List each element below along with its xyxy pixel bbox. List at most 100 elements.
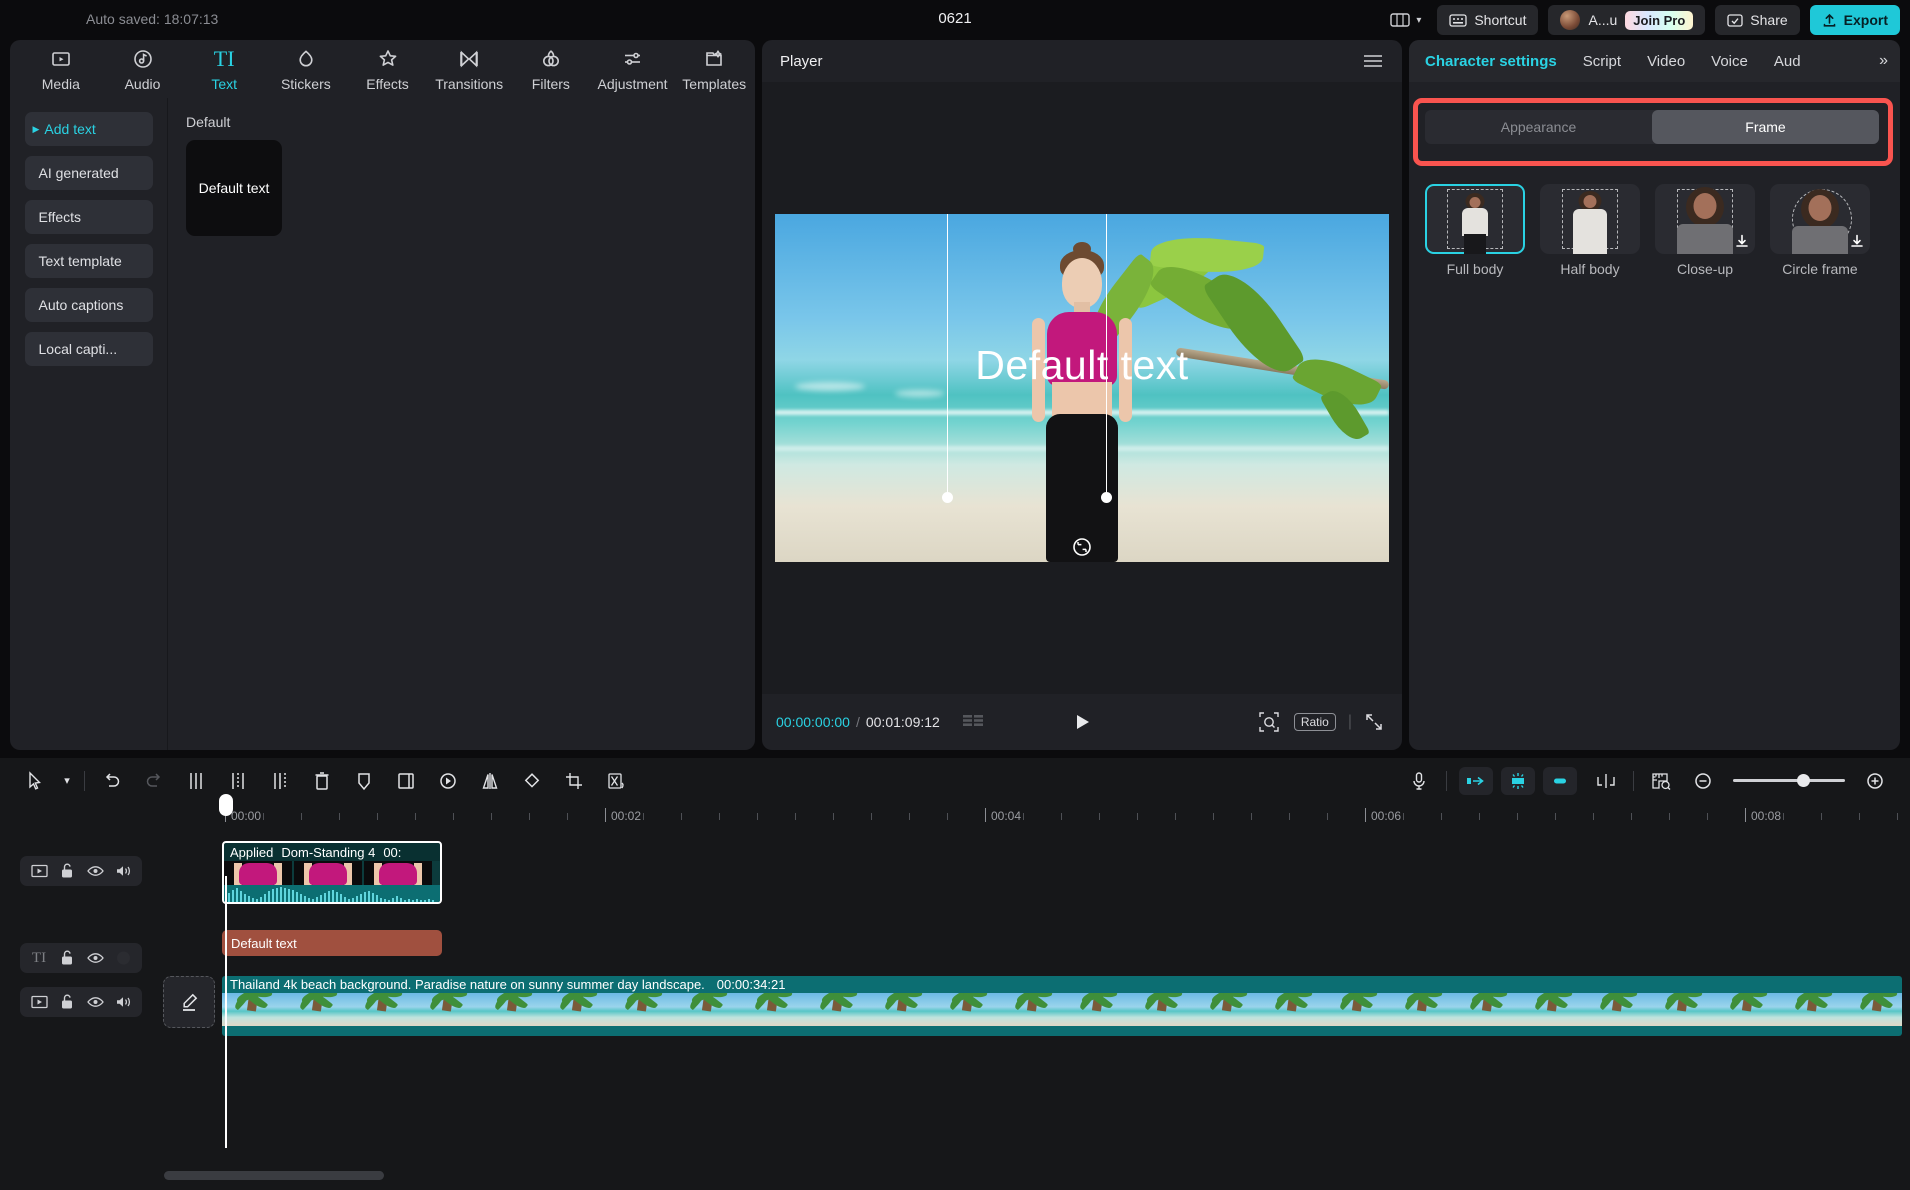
timeline-clip-video[interactable]: Applied Dom-Standing 4 00: [222,841,442,904]
volume-icon[interactable] [114,862,132,880]
chevrons-right-icon[interactable]: » [1879,52,1888,70]
eye-icon[interactable] [86,993,104,1011]
mirror-icon[interactable] [469,764,511,798]
hamburger-icon[interactable] [1362,53,1384,69]
frame-option-half-body[interactable]: Half body [1540,184,1640,277]
frame-icon[interactable] [385,764,427,798]
fit-center-icon[interactable] [1501,767,1535,795]
clip-badge-name: Dom-Standing 4 [281,845,375,860]
asset-group-label: Default [186,114,737,130]
split-icon[interactable] [175,764,217,798]
play-icon[interactable] [1072,712,1092,732]
nav-tab-effects[interactable]: Effects [347,47,429,92]
lock-icon[interactable] [58,862,76,880]
ratio-button[interactable]: Ratio [1294,713,1336,731]
tab-voice[interactable]: Voice [1711,53,1748,70]
video-icon[interactable] [30,993,48,1011]
nav-tab-audio[interactable]: Audio [102,47,184,92]
sub-item-effects[interactable]: Effects [25,200,153,234]
speed-icon[interactable] [427,764,469,798]
trim-left-icon[interactable] [217,764,259,798]
cursor-icon[interactable] [14,764,56,798]
lock-icon[interactable] [58,993,76,1011]
player-title: Player [780,53,823,70]
nav-tab-text[interactable]: TI Text [183,47,265,92]
snap-icon[interactable] [1585,764,1627,798]
share-button[interactable]: Share [1715,5,1799,35]
tab-script[interactable]: Script [1583,53,1621,70]
player-header: Player [762,40,1402,82]
frame-option-full-body[interactable]: Full body [1425,184,1525,277]
video-preview[interactable]: Default text [775,214,1389,562]
playhead[interactable] [225,876,227,1148]
undo-icon[interactable] [91,764,133,798]
fit-right-icon[interactable] [1543,767,1577,795]
trash-icon[interactable] [301,764,343,798]
tab-character-settings[interactable]: Character settings [1425,53,1557,70]
zoom-slider[interactable] [1733,779,1845,782]
sub-item-text-template[interactable]: Text template [25,244,153,278]
timeline-clip-text[interactable]: Default text [222,930,442,956]
rotate-diamond-icon[interactable] [511,764,553,798]
nav-tab-templates[interactable]: Templates [673,47,755,92]
nav-tab-transitions[interactable]: Transitions [428,47,510,92]
sub-item-ai-generated[interactable]: AI generated [25,156,153,190]
scissors-audio-icon[interactable] [595,764,637,798]
nav-tab-media[interactable]: Media [20,47,102,92]
video-icon[interactable] [30,862,48,880]
shortcut-button[interactable]: Shortcut [1437,5,1538,35]
crop-icon[interactable] [553,764,595,798]
timeline-clip-background[interactable]: Thailand 4k beach background. Paradise n… [222,976,1902,1036]
frame-option-circle-frame[interactable]: Circle frame [1770,184,1870,277]
timeline-ruler[interactable]: 00:00 00:02 00:04 00:06 00:08 [0,803,1910,831]
nav-tab-adjustment[interactable]: Adjustment [592,47,674,92]
zoom-slider-knob[interactable] [1797,774,1810,787]
handle-bottom-left[interactable] [942,492,953,503]
rotate-icon[interactable] [1072,537,1092,557]
download-icon[interactable] [1735,234,1749,248]
microphone-icon[interactable] [1398,764,1440,798]
tab-audio[interactable]: Aud [1774,53,1801,70]
tab-video[interactable]: Video [1647,53,1685,70]
fullscreen-icon[interactable] [1364,712,1384,732]
zoom-in-icon[interactable] [1854,764,1896,798]
bg-thumb [677,993,742,1026]
lock-icon[interactable] [58,949,76,967]
playhead-top[interactable] [225,794,227,816]
nav-tab-stickers[interactable]: Stickers [265,47,347,92]
playhead-knob[interactable] [219,794,233,816]
ruler-icon[interactable] [1640,764,1682,798]
join-pro-badge[interactable]: Join Pro [1625,11,1693,30]
nav-tab-filters[interactable]: Filters [510,47,592,92]
asset-card-default-text[interactable]: Default text [186,140,282,236]
volume-icon[interactable] [114,993,132,1011]
eye-icon[interactable] [86,949,104,967]
nav-tab-label: Templates [682,76,746,92]
sub-item-label: Auto captions [39,297,124,313]
text-selection-box[interactable] [947,214,1107,497]
segment-frame[interactable]: Frame [1652,110,1879,144]
layout-button[interactable]: ▾ [1384,12,1427,28]
horizontal-scrollbar[interactable] [164,1171,384,1180]
marker-icon[interactable] [343,764,385,798]
frame-option-close-up[interactable]: Close-up [1655,184,1755,277]
account-button[interactable]: A...u Join Pro [1548,5,1705,35]
download-icon[interactable] [1850,234,1864,248]
fit-left-icon[interactable] [1459,767,1493,795]
edit-background-button[interactable] [163,976,215,1028]
segment-appearance[interactable]: Appearance [1425,110,1652,144]
zoom-out-icon[interactable] [1682,764,1724,798]
bg-thumb [352,993,417,1026]
eye-icon[interactable] [86,862,104,880]
trim-right-icon[interactable] [259,764,301,798]
sub-item-auto-captions[interactable]: Auto captions [25,288,153,322]
handle-bottom-right[interactable] [1101,492,1112,503]
redo-icon[interactable] [133,764,175,798]
sub-item-local-captions[interactable]: Local capti... [25,332,153,366]
export-button[interactable]: Export [1810,5,1900,35]
chevron-down-icon[interactable]: ▾ [56,764,78,798]
grid-icon[interactable] [962,714,984,730]
bg-thumb [547,993,612,1026]
zoom-fit-icon[interactable] [1258,711,1280,733]
sub-item-add-text[interactable]: ▶ Add text [25,112,153,146]
